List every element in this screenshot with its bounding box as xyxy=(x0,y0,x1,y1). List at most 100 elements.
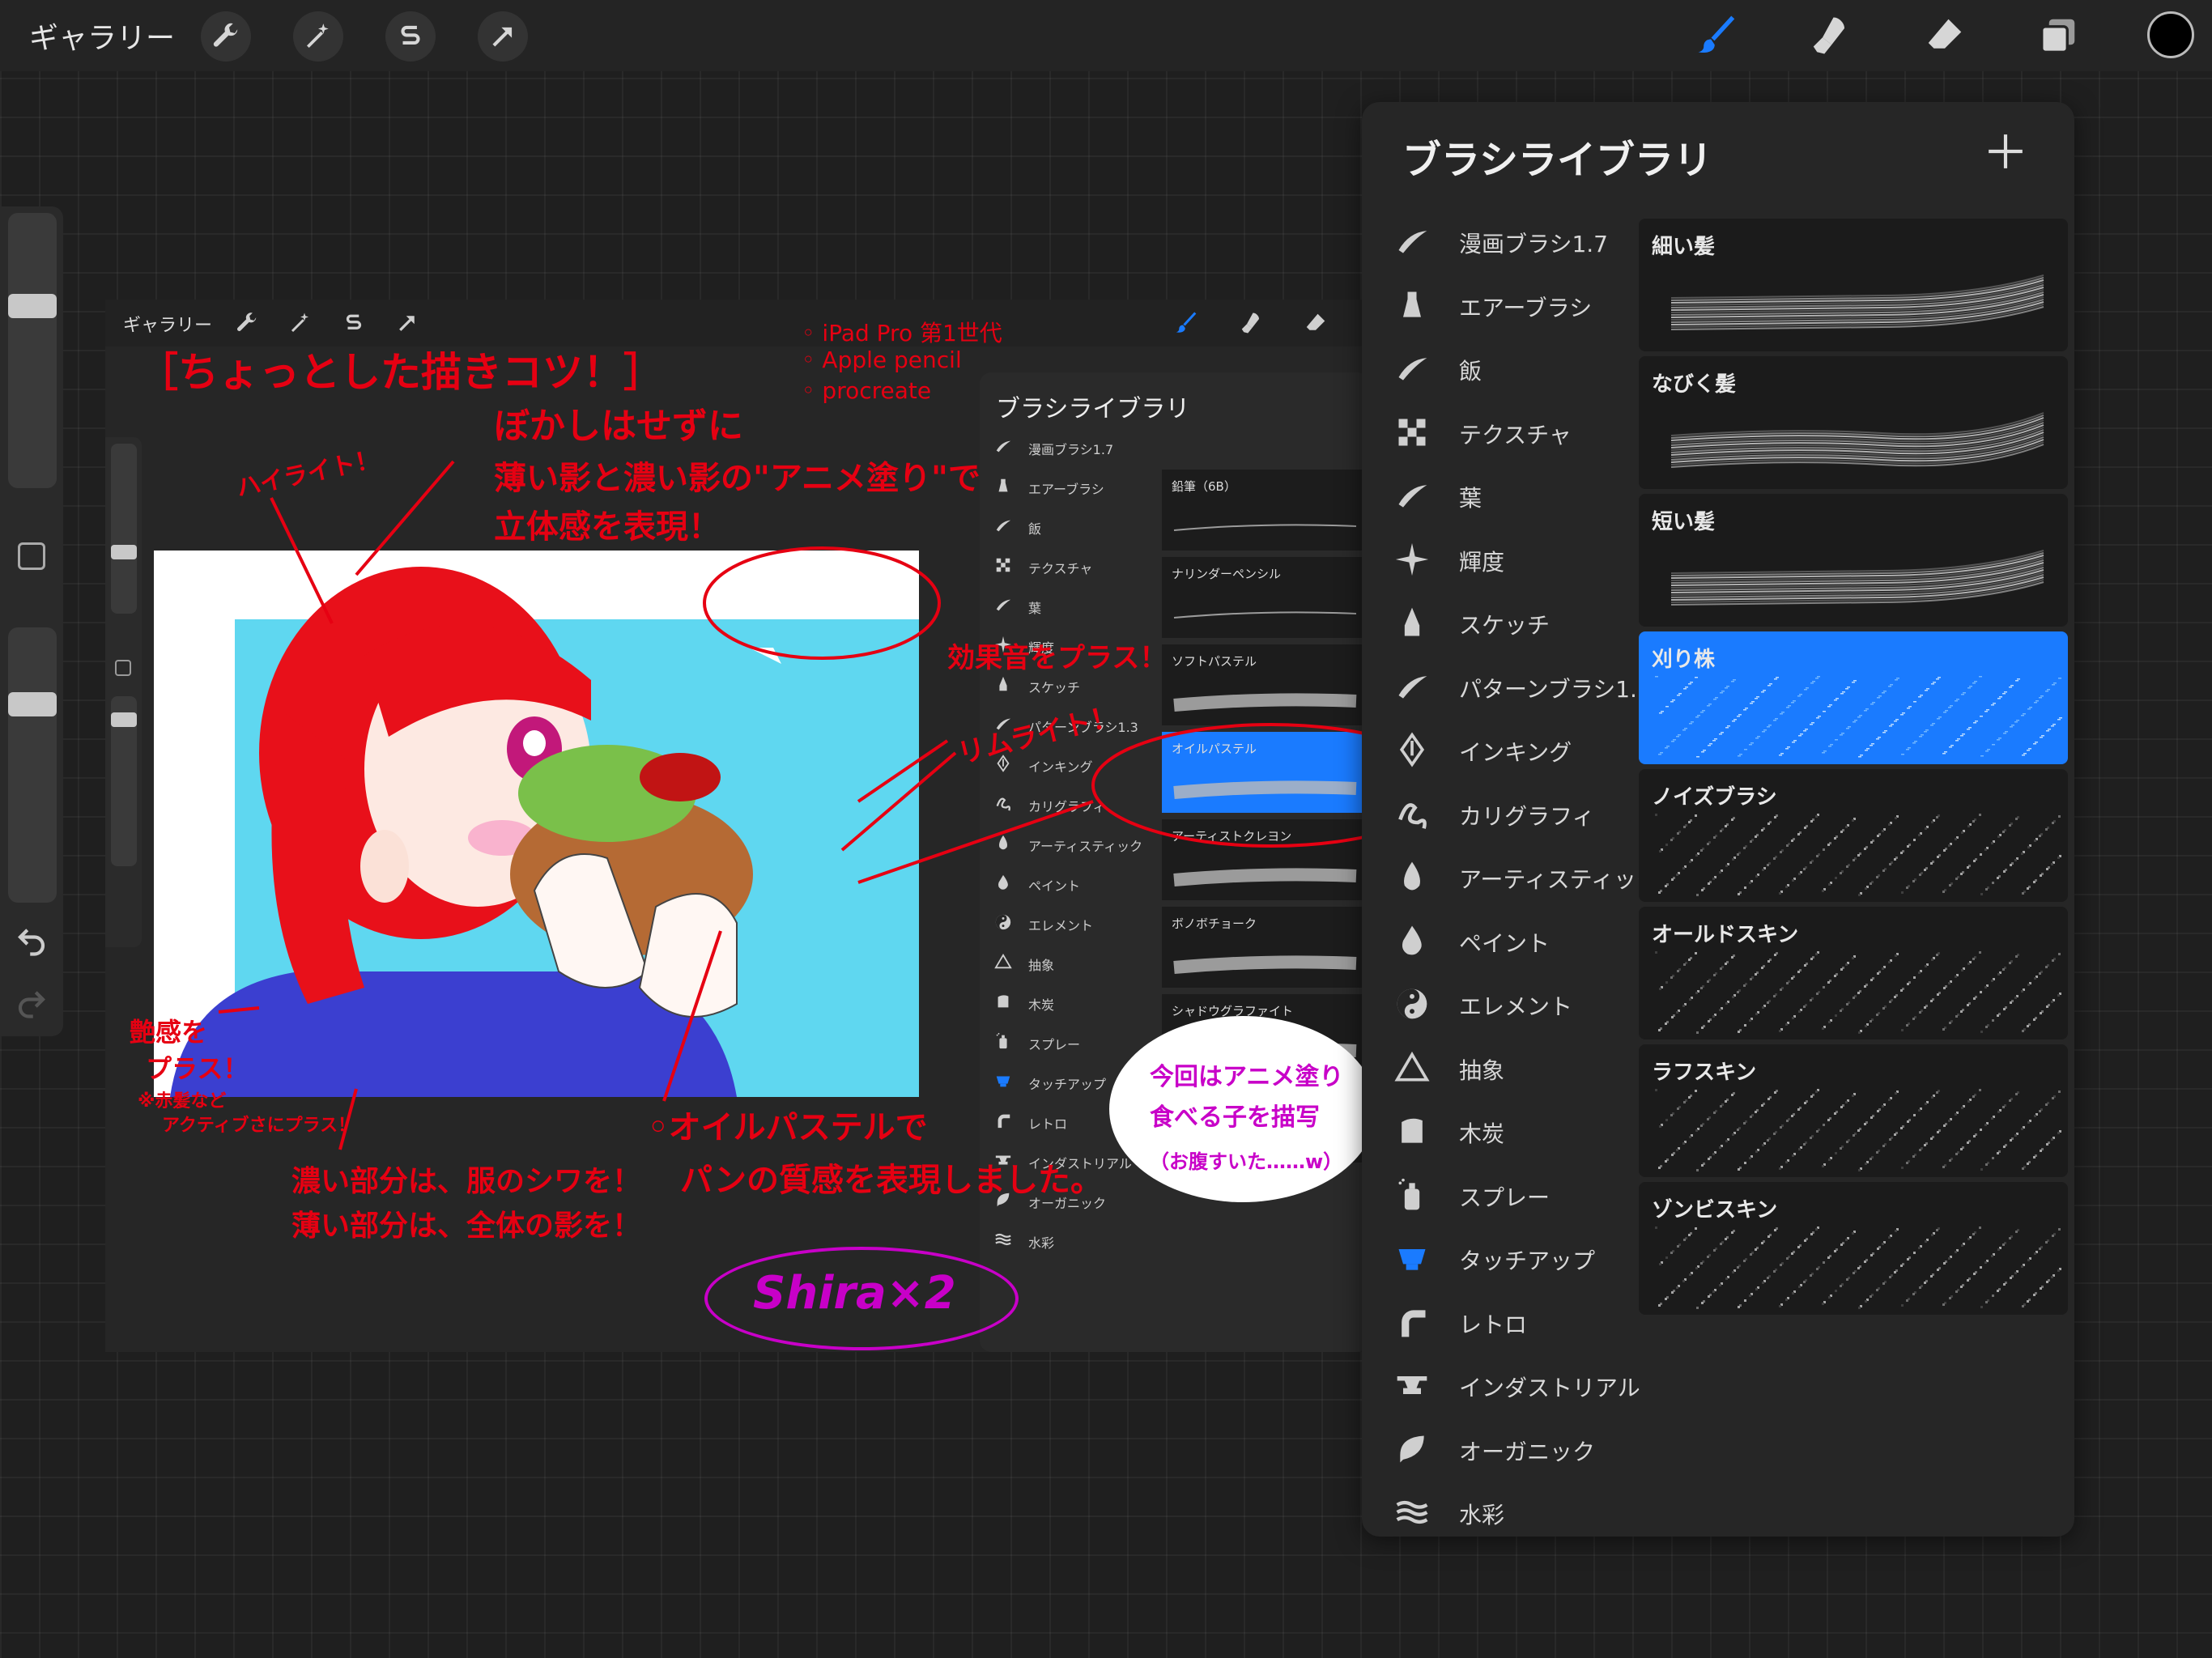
brush-category-item[interactable]: アーティスティック xyxy=(1378,846,1659,908)
magic-wand-icon xyxy=(306,23,329,49)
ink-pen-icon xyxy=(1399,732,1425,767)
brush-category-item[interactable]: インダストリアル xyxy=(1378,1354,1645,1416)
brush-stroke-icon xyxy=(1398,675,1427,699)
brush-category-item[interactable]: インキング xyxy=(1378,719,1645,780)
opacity-thumb[interactable] xyxy=(8,692,57,716)
brush-category-item[interactable]: スプレー xyxy=(1378,1164,1645,1226)
layers-button[interactable] xyxy=(2034,11,2082,60)
yin-yang-icon xyxy=(1397,988,1427,1019)
brush-name: ラフスキン xyxy=(1652,1061,1757,1085)
brush-category-label: オーガニック xyxy=(1459,1438,1596,1465)
selection-s-icon xyxy=(401,25,420,45)
brush-category-label: 水彩 xyxy=(1459,1502,1505,1528)
paint-drop-icon xyxy=(1404,861,1420,891)
brush-item[interactable]: オールドスキン xyxy=(1639,907,2068,1039)
brush-category-item[interactable]: エレメント xyxy=(1378,973,1645,1035)
airbrush-icon xyxy=(1403,291,1421,317)
brush-name: ノイズブラシ xyxy=(1652,785,1777,810)
brush-stroke-icon xyxy=(1398,358,1427,380)
charcoal-icon xyxy=(1402,1118,1423,1143)
brush-item[interactable]: 短い髪 xyxy=(1639,494,2068,627)
brush-category-item[interactable]: パターンブラシ1.3 xyxy=(1378,656,1652,717)
brush-category-item[interactable]: 水彩 xyxy=(1378,1482,1645,1537)
opacity-slider[interactable] xyxy=(8,627,57,903)
brush-category-label: 飯 xyxy=(1459,358,1482,385)
brush-category-item[interactable]: 輝度 xyxy=(1378,529,1645,590)
brush-category-item[interactable]: 抽象 xyxy=(1378,1037,1645,1099)
brush-category-label: ペイント xyxy=(1459,929,1551,957)
redo-icon[interactable] xyxy=(15,985,49,1019)
left-sidebar xyxy=(0,206,63,1036)
brush-category-item[interactable]: 漫画ブラシ1.7 xyxy=(1378,210,1645,272)
adjustments-button[interactable] xyxy=(293,11,343,62)
brush-category-item[interactable]: エアーブラシ xyxy=(1378,274,1645,336)
checker-icon xyxy=(1398,419,1426,445)
brush-category-label: パターンブラシ1.3 xyxy=(1459,675,1652,703)
brush-category-item[interactable]: カリグラフィ xyxy=(1378,783,1645,844)
brush-category-label: 木炭 xyxy=(1459,1120,1505,1147)
leaf-icon xyxy=(1400,1435,1424,1462)
paintbrush-icon xyxy=(1698,15,1735,53)
speech-bubble: 今回はアニメ塗り 食べる子を描写 （お腹すいた……w） xyxy=(1109,1016,1368,1202)
eraser-tool[interactable] xyxy=(1921,11,1969,60)
brush-name: ゾンビスキン xyxy=(1652,1198,1778,1222)
brush-category-label: 葉 xyxy=(1459,485,1482,512)
gallery-button[interactable]: ギャラリー xyxy=(29,15,175,57)
brush-category-item[interactable]: 飯 xyxy=(1378,338,1645,399)
brush-item[interactable]: 細い髪 xyxy=(1639,219,2068,351)
plus-icon[interactable] xyxy=(1985,131,2026,172)
sparkle-icon xyxy=(1395,542,1429,576)
brush-category-item[interactable]: レトロ xyxy=(1378,1291,1645,1353)
brush-library-panel: ブラシライブラリ 漫画ブラシ1.7 エアーブラシ飯テクスチャ葉輝度 スケッチ パターン… xyxy=(1362,102,2074,1537)
drop-icon xyxy=(1402,925,1422,954)
calligraphy-icon xyxy=(1398,802,1427,829)
brush-category-item[interactable]: 葉 xyxy=(1378,465,1645,526)
brush-category-label: スケッチ xyxy=(1459,612,1551,639)
brush-item[interactable]: ノイズブラシ xyxy=(1639,769,2068,902)
triangle-icon xyxy=(1394,1051,1430,1081)
brush-category-item[interactable]: ペイント xyxy=(1378,910,1645,971)
brush-category-label: エアーブラシ xyxy=(1459,294,1593,321)
waves-icon xyxy=(1396,1500,1428,1524)
brush-category-label: タッチアップ xyxy=(1459,1248,1596,1274)
brush-category-item[interactable]: テクスチャ xyxy=(1378,402,1645,463)
transform-arrow-icon xyxy=(492,27,513,47)
anvil-icon xyxy=(1397,1376,1427,1394)
brush-size-thumb[interactable] xyxy=(8,294,57,318)
smudge-tool[interactable] xyxy=(1806,11,1854,60)
brush-item[interactable]: ラフスキン xyxy=(1639,1044,2068,1177)
transform-button[interactable] xyxy=(478,11,528,62)
eraser-icon xyxy=(1928,19,1962,49)
brush-category-label: インキング xyxy=(1459,739,1572,766)
brush-category-label: テクスチャ xyxy=(1459,421,1572,449)
brush-category-label: 輝度 xyxy=(1459,548,1505,576)
brush-name: オールドスキン xyxy=(1652,923,1799,947)
paint-brush-tool[interactable] xyxy=(1692,11,1741,60)
brush-item-selected[interactable]: 刈り株 xyxy=(1639,631,2068,764)
brush-category-item[interactable]: 木炭 xyxy=(1378,1100,1645,1162)
color-swatch-button[interactable] xyxy=(2147,11,2194,58)
canvas-artwork[interactable]: ギャラリー ブラシライブラリ 漫画ブラシ1.7 エアーブラシ 飯 テクスチャ 葉… xyxy=(105,300,1368,1352)
bubble-line-2: 食べる子を描写 xyxy=(1150,1103,1320,1132)
brush-category-item[interactable]: スケッチ xyxy=(1378,592,1645,653)
annotation-pointer-lines xyxy=(218,460,1368,1150)
pencil-tip-icon xyxy=(1404,607,1420,636)
brush-name: 刈り株 xyxy=(1652,648,1716,672)
modify-button[interactable] xyxy=(18,542,45,570)
brush-size-slider[interactable] xyxy=(8,213,57,488)
top-toolbar: ギャラリー xyxy=(0,0,2212,71)
brush-category-item[interactable]: オーガニック xyxy=(1378,1418,1645,1480)
brush-category-label: レトロ xyxy=(1459,1311,1528,1338)
bubble-line-1: 今回はアニメ塗り xyxy=(1150,1063,1344,1091)
smudge-finger-icon xyxy=(1813,17,1844,54)
undo-icon[interactable] xyxy=(15,923,49,957)
actions-button[interactable] xyxy=(201,11,251,62)
spray-can-icon xyxy=(1398,1178,1420,1209)
selection-button[interactable] xyxy=(385,11,436,62)
brush-stroke-icon xyxy=(1398,231,1427,253)
bubble-line-3: （お腹すいた……w） xyxy=(1150,1150,1343,1173)
brush-category-label: カリグラフィ xyxy=(1459,802,1595,830)
brush-item[interactable]: なびく髪 xyxy=(1639,356,2068,489)
brush-item[interactable]: ゾンビスキン xyxy=(1639,1182,2068,1315)
brush-category-item[interactable]: タッチアップ xyxy=(1378,1227,1645,1289)
